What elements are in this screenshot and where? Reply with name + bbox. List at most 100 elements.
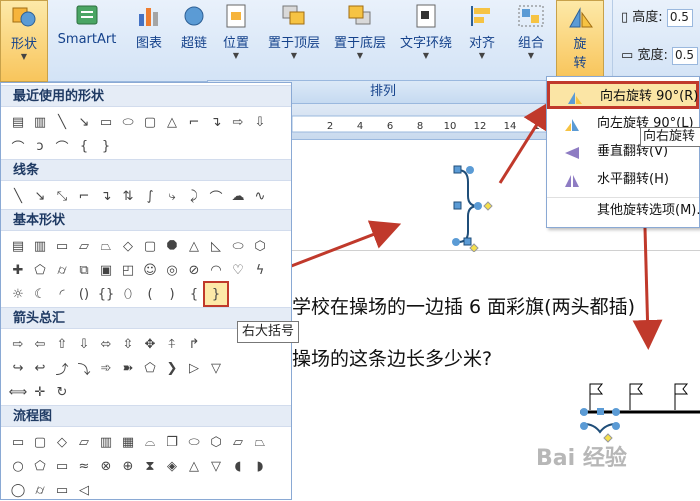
- curved-down-arrow-shape-icon[interactable]: ⤵: [73, 357, 95, 379]
- bring-to-front-button[interactable]: 置于顶层 ▼: [262, 0, 326, 78]
- manual-input-shape-icon[interactable]: ⏥: [227, 431, 249, 453]
- notched-right-arrow-shape-icon[interactable]: ➽: [117, 357, 139, 379]
- cross-shape-icon[interactable]: ✚: [7, 259, 29, 281]
- elbow-arrow-shape-icon[interactable]: ↴: [205, 111, 227, 133]
- curve-shape-icon[interactable]: ⌒: [205, 185, 227, 207]
- right-triangle-shape-icon[interactable]: ◺: [205, 235, 227, 257]
- card-shape-icon[interactable]: ▭: [51, 455, 73, 477]
- connector-shape-icon[interactable]: ○: [7, 455, 29, 477]
- moon-shape-icon[interactable]: ☾: [29, 283, 51, 305]
- textbox-shape-icon[interactable]: ▤: [7, 111, 29, 133]
- sun-shape-icon[interactable]: ☼: [7, 283, 29, 305]
- wrap-text-button[interactable]: 文字环绕 ▼: [394, 0, 458, 78]
- document-shape-icon[interactable]: ⌓: [139, 431, 161, 453]
- direct-storage-shape-icon[interactable]: ▭: [51, 479, 73, 501]
- internal-storage-shape-icon[interactable]: ▦: [117, 431, 139, 453]
- line-shape-icon[interactable]: ╲: [51, 111, 73, 133]
- merge-shape-icon[interactable]: ▽: [205, 455, 227, 477]
- donut-shape-icon[interactable]: ◎: [161, 259, 183, 281]
- quad-arrow-callout-shape-icon[interactable]: ✛: [29, 381, 51, 403]
- rotate-button[interactable]: 旋 转: [556, 0, 604, 78]
- block-arc-shape-icon[interactable]: ◠: [205, 259, 227, 281]
- menu-item-more-rotation-options[interactable]: 其他旋转选项(M)...: [547, 197, 700, 225]
- manual-operation-shape-icon[interactable]: ⏢: [249, 431, 271, 453]
- octagon-shape-icon[interactable]: ⯃: [161, 235, 183, 257]
- left-bracket-shape-icon[interactable]: (: [139, 283, 161, 305]
- left-right-up-arrow-shape-icon[interactable]: ⍏: [161, 333, 183, 355]
- curved-left-arrow-shape-icon[interactable]: ↩: [29, 357, 51, 379]
- send-to-back-button[interactable]: 置于底层 ▼: [328, 0, 392, 78]
- up-arrow-shape-icon[interactable]: ⇧: [51, 333, 73, 355]
- cube-shape-icon[interactable]: ⧉: [73, 259, 95, 281]
- chevron-shape-icon[interactable]: ❯: [161, 357, 183, 379]
- left-right-arrow-shape-icon[interactable]: ⬄: [95, 333, 117, 355]
- right-brace-shape-icon[interactable]: }: [95, 135, 117, 157]
- group-button[interactable]: 组合 ▼: [510, 0, 552, 78]
- triangle-shape-icon[interactable]: △: [161, 111, 183, 133]
- double-brace-shape-icon[interactable]: {}: [95, 283, 117, 305]
- elbow-connector-shape-icon[interactable]: ⌐: [183, 111, 205, 133]
- width-input[interactable]: 0.5: [671, 46, 698, 65]
- can-shape-icon[interactable]: ⌭: [51, 259, 73, 281]
- folded-corner-shape-icon[interactable]: ◰: [117, 259, 139, 281]
- hexagon-shape-icon[interactable]: ⬡: [249, 235, 271, 257]
- plaque-shape-icon[interactable]: ⬯: [117, 283, 139, 305]
- display-shape-icon[interactable]: ◁: [73, 479, 95, 501]
- freeform-shape-icon[interactable]: ↄ: [29, 135, 51, 157]
- align-button[interactable]: 对齐 ▼: [462, 0, 502, 78]
- oval-shape-icon[interactable]: ⬭: [227, 235, 249, 257]
- rectangle-shape-icon[interactable]: ▭: [95, 111, 117, 133]
- right-arrow-shape-icon[interactable]: ⇨: [7, 333, 29, 355]
- elbow-double-arrow-shape-icon[interactable]: ⇅: [117, 185, 139, 207]
- quad-arrow-shape-icon[interactable]: ✥: [139, 333, 161, 355]
- data-shape-icon[interactable]: ▱: [73, 431, 95, 453]
- elbow-arrow-connector-shape-icon[interactable]: ↴: [95, 185, 117, 207]
- curve-shape-icon[interactable]: ⌒: [7, 135, 29, 157]
- down-arrow-shape-icon[interactable]: ⇩: [73, 333, 95, 355]
- off-page-connector-shape-icon[interactable]: ⬠: [29, 455, 51, 477]
- up-down-arrow-shape-icon[interactable]: ⇳: [117, 333, 139, 355]
- rounded-rectangle-shape-icon[interactable]: ▢: [139, 111, 161, 133]
- preparation-shape-icon[interactable]: ⬡: [205, 431, 227, 453]
- menu-item-rotate-right[interactable]: 向右旋转 90°(R): [547, 81, 699, 109]
- sort-shape-icon[interactable]: ◈: [161, 455, 183, 477]
- curved-double-arrow-shape-icon[interactable]: ⤸: [183, 185, 205, 207]
- trapezoid-shape-icon[interactable]: ⏢: [95, 235, 117, 257]
- triangle-shape-icon[interactable]: △: [183, 235, 205, 257]
- down-arrow-shape-icon[interactable]: ⇩: [249, 111, 271, 133]
- smiley-face-shape-icon[interactable]: ☺: [139, 259, 161, 281]
- line-shape-icon[interactable]: ╲: [7, 185, 29, 207]
- curved-arrow-connector-shape-icon[interactable]: ⤷: [161, 185, 183, 207]
- rounded-rectangle-shape-icon[interactable]: ▢: [139, 235, 161, 257]
- predefined-process-shape-icon[interactable]: ▥: [95, 431, 117, 453]
- decision-shape-icon[interactable]: ◇: [51, 431, 73, 453]
- chart-button[interactable]: 图表: [126, 0, 172, 70]
- smartart-button[interactable]: SmartArt: [50, 0, 124, 70]
- circular-arrow-shape-icon[interactable]: ↻: [51, 381, 73, 403]
- oval-shape-icon[interactable]: ⬭: [117, 111, 139, 133]
- rectangle-shape-icon[interactable]: ▭: [51, 235, 73, 257]
- stored-data-shape-icon[interactable]: ◖: [227, 455, 249, 477]
- collate-shape-icon[interactable]: ⧗: [139, 455, 161, 477]
- elbow-connector-shape-icon[interactable]: ⌐: [73, 185, 95, 207]
- pentagon-arrow-shape-icon[interactable]: ⬠: [139, 357, 161, 379]
- left-brace-shape-icon[interactable]: {: [73, 135, 95, 157]
- arc-shape-icon[interactable]: ⌒: [51, 135, 73, 157]
- process-shape-icon[interactable]: ▭: [7, 431, 29, 453]
- curved-connector-shape-icon[interactable]: ∫: [139, 185, 161, 207]
- double-bracket-shape-icon[interactable]: (): [73, 283, 95, 305]
- parallelogram-shape-icon[interactable]: ▱: [73, 235, 95, 257]
- height-input[interactable]: 0.5: [666, 8, 693, 27]
- hyperlink-button[interactable]: 超链: [180, 0, 208, 70]
- down-arrow-callout-shape-icon[interactable]: ▽: [205, 357, 227, 379]
- left-arrow-shape-icon[interactable]: ⇦: [29, 333, 51, 355]
- right-brace-shape-icon-selected[interactable]: }: [203, 281, 229, 307]
- curved-right-arrow-shape-icon[interactable]: ↪: [7, 357, 29, 379]
- textbox-shape-icon[interactable]: ▤: [7, 235, 29, 257]
- shape-button[interactable]: 形状 ▼: [0, 0, 48, 82]
- arc-shape-icon[interactable]: ◜: [51, 283, 73, 305]
- position-button[interactable]: 位置 ▼: [214, 0, 258, 78]
- pentagon-shape-icon[interactable]: ⬠: [29, 259, 51, 281]
- heart-shape-icon[interactable]: ♡: [227, 259, 249, 281]
- right-arrow-shape-icon[interactable]: ⇨: [227, 111, 249, 133]
